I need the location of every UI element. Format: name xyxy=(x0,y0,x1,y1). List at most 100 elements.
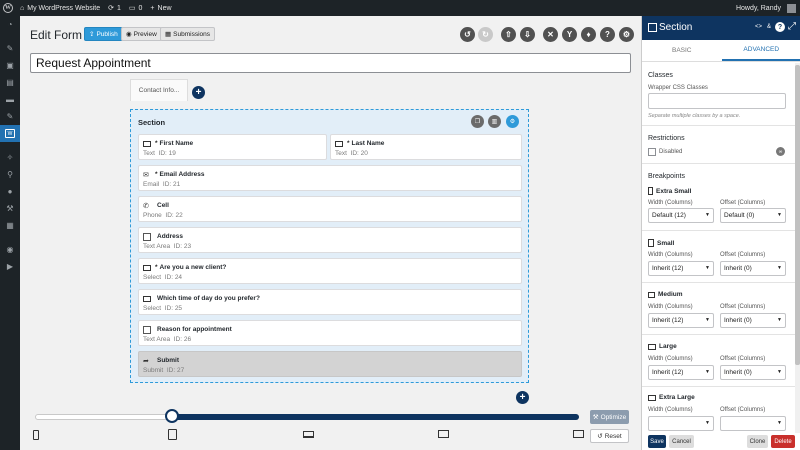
breakpoint-extra-large-label: Extra Large xyxy=(648,394,695,401)
extra-plugin-icon[interactable]: ◉ xyxy=(0,241,20,258)
lightbulb-icon[interactable]: ♦ xyxy=(581,27,596,42)
xs-width-select[interactable]: Default (12) ▼ xyxy=(648,208,714,223)
delete-button[interactable]: Delete xyxy=(771,435,795,448)
xl-offset-select[interactable]: ▼ xyxy=(720,416,786,431)
panel-scrollbar[interactable] xyxy=(795,63,800,433)
code-icon[interactable]: <> xyxy=(755,24,762,30)
submissions-button[interactable]: ▦ Submissions xyxy=(160,27,216,41)
dashboard-icon[interactable]: ◔ xyxy=(0,16,20,33)
scrollbar-thumb[interactable] xyxy=(795,65,800,365)
extra-large-device-icon[interactable] xyxy=(573,430,584,438)
tab-advanced[interactable]: ADVANCED xyxy=(721,40,800,61)
updates-link[interactable]: ⟳ 1 xyxy=(104,0,125,16)
posts-pin-icon[interactable]: ✎ xyxy=(0,40,20,57)
plugins-icon[interactable]: ⚲ xyxy=(0,166,20,183)
pin-icon[interactable]: ✎ xyxy=(0,108,20,125)
form-builder: Edit Form ⇪ Publish ◉ Preview ▦ Submissi… xyxy=(20,16,641,450)
appearance-icon[interactable]: ✧ xyxy=(0,149,20,166)
optimize-button[interactable]: ⚒ Optimize xyxy=(590,410,629,424)
publish-button[interactable]: ⇪ Publish xyxy=(84,27,123,41)
column-width-slider-handle[interactable] xyxy=(165,409,179,423)
link-toggle-icon[interactable]: ∞ xyxy=(776,147,785,156)
menu-separator xyxy=(0,234,20,241)
field-reason[interactable]: Reason for appointment Text Area ID: 26 xyxy=(138,320,522,346)
form-title-input[interactable]: Request Appointment xyxy=(30,53,631,73)
md-offset-select[interactable]: Inherit (0) ▼ xyxy=(720,313,786,328)
comment-icon: ▭ xyxy=(128,5,136,12)
small-device-icon[interactable] xyxy=(168,429,177,440)
tab-contact-info[interactable]: Contact Info... xyxy=(130,79,188,101)
link-icon[interactable]: & xyxy=(767,24,771,30)
reset-button[interactable]: ↺ Reset xyxy=(590,429,629,443)
help-icon[interactable]: ? xyxy=(775,22,785,32)
save-button[interactable]: Save xyxy=(648,435,666,448)
updates-icon: ⟳ xyxy=(108,5,114,12)
forms-plugin-icon[interactable]: W xyxy=(0,125,20,142)
users-icon[interactable]: ● xyxy=(0,183,20,200)
redo-icon[interactable]: ↻ xyxy=(478,27,493,42)
panel-title: Section xyxy=(659,22,693,33)
width-columns-label: Width (Columns) xyxy=(648,200,693,206)
settings-icon[interactable]: ▦ xyxy=(0,217,20,234)
import-icon[interactable]: ⇩ xyxy=(520,27,535,42)
expand-icon[interactable]: ⤢ xyxy=(788,21,796,32)
export-icon[interactable]: ⇧ xyxy=(501,27,516,42)
lg-width-select[interactable]: Inherit (12) ▼ xyxy=(648,365,714,380)
add-page-button[interactable]: + xyxy=(192,86,205,99)
sm-offset-select[interactable]: Inherit (0) ▼ xyxy=(720,261,786,276)
settings-gear-icon[interactable]: ⚙ xyxy=(619,27,634,42)
tools-icon[interactable]: ✕ xyxy=(543,27,558,42)
breakpoint-medium-label: Medium xyxy=(648,291,683,298)
duplicate-icon[interactable]: ❐ xyxy=(471,115,484,128)
new-content-link[interactable]: + New xyxy=(146,0,175,16)
settings-panel: Section <> & ? ⤢ BASIC ADVANCED Classes … xyxy=(641,16,800,450)
comments-icon[interactable]: ▬ xyxy=(0,91,20,108)
panel-tabs: BASIC ADVANCED xyxy=(642,40,800,62)
field-time-of-day[interactable]: Which time of day do you prefer? Select … xyxy=(138,289,522,315)
select-field-icon xyxy=(143,296,151,302)
site-name-link[interactable]: ⌂ My WordPress Website xyxy=(16,0,104,16)
sm-width-select[interactable]: Inherit (12) ▼ xyxy=(648,261,714,276)
cancel-button[interactable]: Cancel xyxy=(669,435,694,448)
large-device-icon[interactable] xyxy=(438,430,449,438)
extra-small-device-icon[interactable] xyxy=(33,430,39,440)
account-menu[interactable]: Howdy, Randy xyxy=(732,0,800,16)
tools-icon[interactable]: ⚒ xyxy=(0,200,20,217)
clone-button[interactable]: Clone xyxy=(747,435,768,448)
field-submit[interactable]: ➦ Submit Submit ID: 27 xyxy=(138,351,522,377)
submissions-label: Submissions xyxy=(173,30,211,38)
field-last-name[interactable]: * Last Name Text ID: 20 xyxy=(330,134,522,160)
preview-button[interactable]: ◉ Preview xyxy=(121,27,162,41)
disabled-checkbox[interactable] xyxy=(648,148,656,156)
tab-basic[interactable]: BASIC xyxy=(642,40,722,61)
section-container[interactable]: Section ❐ ▥ ⚙ * First Name Text ID: 19 * L… xyxy=(130,109,529,383)
md-width-select[interactable]: Inherit (12) ▼ xyxy=(648,313,714,328)
field-first-name[interactable]: * First Name Text ID: 19 xyxy=(138,134,327,160)
collapse-menu-icon[interactable]: ▶ xyxy=(0,258,20,275)
medium-device-icon[interactable] xyxy=(303,431,314,438)
xl-width-select[interactable]: ▼ xyxy=(648,416,714,431)
help-icon[interactable]: ? xyxy=(600,27,615,42)
branch-icon[interactable]: Y xyxy=(562,27,577,42)
pages-icon[interactable]: ▤ xyxy=(0,74,20,91)
field-cell[interactable]: ✆ Cell Phone ID: 22 xyxy=(138,196,522,222)
field-new-client[interactable]: * Are you a new client? Select ID: 24 xyxy=(138,258,522,284)
lg-offset-select[interactable]: Inherit (0) ▼ xyxy=(720,365,786,380)
field-email-address[interactable]: ✉ * Email Address Email ID: 21 xyxy=(138,165,522,191)
wordpress-logo-icon[interactable]: W xyxy=(0,0,16,16)
field-address[interactable]: Address Text Area ID: 23 xyxy=(138,227,522,253)
admin-bar: W ⌂ My WordPress Website ⟳ 1 ▭ 0 + New H… xyxy=(0,0,800,16)
laptop-device-icon xyxy=(648,291,655,298)
offset-columns-label: Offset (Columns) xyxy=(720,200,766,206)
wrapper-css-input[interactable] xyxy=(648,93,786,109)
add-section-button[interactable]: + xyxy=(516,391,529,404)
trash-icon[interactable]: ▥ xyxy=(488,115,501,128)
undo-icon[interactable]: ↺ xyxy=(460,27,475,42)
field-meta: Text ID: 19 xyxy=(143,150,176,157)
xs-offset-select[interactable]: Default (0) ▼ xyxy=(720,208,786,223)
comments-link[interactable]: ▭ 0 xyxy=(125,0,147,16)
width-columns-label: Width (Columns) xyxy=(648,407,693,413)
media-icon[interactable]: ▣ xyxy=(0,57,20,74)
section-settings-gear-icon[interactable]: ⚙ xyxy=(506,115,519,128)
textarea-icon xyxy=(143,326,151,334)
